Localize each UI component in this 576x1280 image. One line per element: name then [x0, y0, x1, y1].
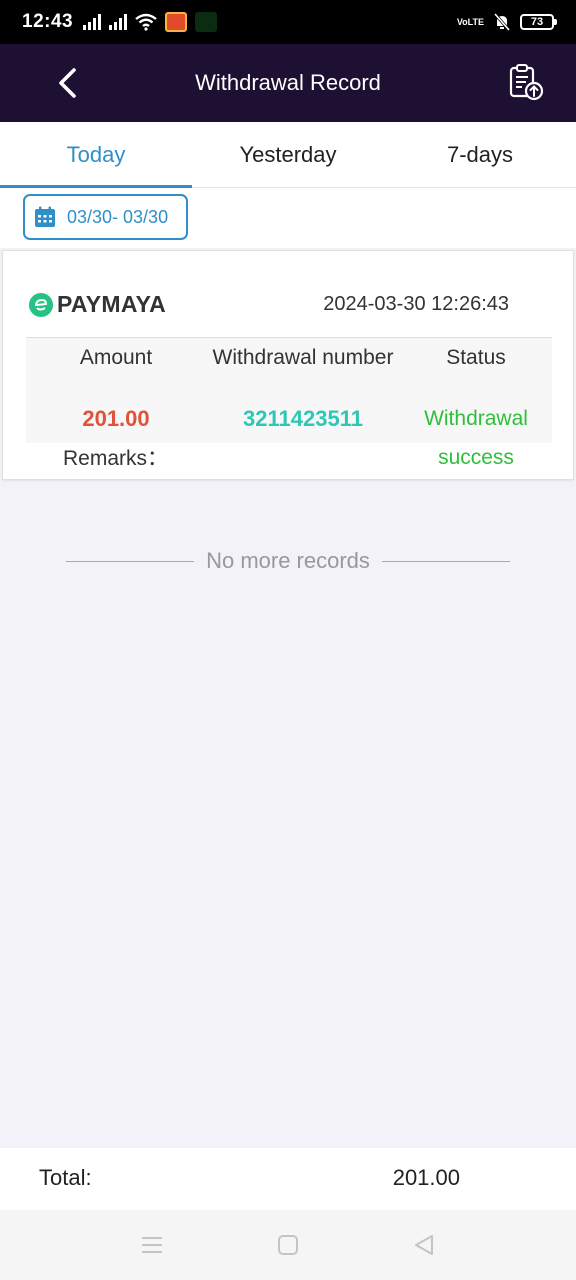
- total-bar: Total: 201.00: [0, 1148, 576, 1210]
- menu-nav-icon[interactable]: [140, 1234, 164, 1256]
- status-header: Status: [446, 346, 506, 369]
- no-more-records: No more records: [66, 546, 510, 576]
- app-header: Withdrawal Record: [0, 44, 576, 122]
- system-nav-bar: [0, 1210, 576, 1280]
- app-notification-icon: [195, 12, 218, 32]
- total-value: 201.00: [392, 1165, 460, 1190]
- divider: [381, 560, 510, 562]
- wifi-icon: [135, 13, 157, 31]
- tab-7-days[interactable]: 7-days: [384, 122, 576, 187]
- calendar-icon: [35, 206, 55, 227]
- page-title: Withdrawal Record: [195, 70, 381, 95]
- signal-icon: [83, 14, 102, 30]
- withdrawal-number-header: Withdrawal number: [212, 346, 394, 369]
- date-range-text: 03/30- 03/30: [67, 206, 169, 227]
- volte-indicator: VoLTE: [456, 16, 484, 27]
- status-value: Withdrawal success: [410, 399, 542, 477]
- clipboard-upload-icon: [509, 64, 544, 101]
- chevron-left-icon: [59, 68, 76, 98]
- date-filter-row: 03/30- 03/30: [0, 188, 576, 248]
- total-label: Total:: [39, 1165, 92, 1190]
- status-bar: 12:43 VoLTE 73: [0, 0, 576, 44]
- mute-bell-icon: [494, 13, 510, 31]
- paymaya-logo-icon: [29, 292, 53, 317]
- tab-today[interactable]: Today: [0, 122, 192, 188]
- app-notification-icon: [165, 12, 188, 32]
- date-tabs: Today Yesterday 7-days: [0, 122, 576, 188]
- home-nav-icon[interactable]: [276, 1234, 300, 1256]
- status-time: 12:43: [22, 11, 74, 32]
- export-record-button[interactable]: [506, 62, 546, 102]
- status-value-line2: success: [438, 446, 514, 469]
- battery-level: 73: [530, 16, 544, 28]
- record-details: Amount Withdrawal number Status 201.00 3…: [26, 337, 552, 469]
- no-more-records-text: No more records: [206, 548, 370, 573]
- date-range-picker[interactable]: 03/30- 03/30: [23, 194, 188, 240]
- amount-value: 201.00: [82, 406, 150, 431]
- remarks-label: Remarks：: [63, 447, 169, 470]
- withdrawal-number-value: 3211423511: [243, 406, 363, 431]
- status-value-line1: Withdrawal: [424, 407, 528, 430]
- payment-method-name: PAYMAYA: [57, 291, 167, 317]
- divider: [66, 560, 195, 562]
- withdrawal-record-card: PAYMAYA 2024-03-30 12:26:43 Amount Withd…: [2, 250, 574, 480]
- tab-yesterday[interactable]: Yesterday: [192, 122, 384, 187]
- signal-icon: [109, 14, 128, 30]
- battery-icon: 73: [520, 14, 557, 30]
- amount-header: Amount: [79, 346, 153, 369]
- record-datetime: 2024-03-30 12:26:43: [323, 293, 509, 315]
- back-nav-icon[interactable]: [412, 1234, 436, 1256]
- payment-method: PAYMAYA: [29, 291, 166, 318]
- back-button[interactable]: [48, 64, 86, 102]
